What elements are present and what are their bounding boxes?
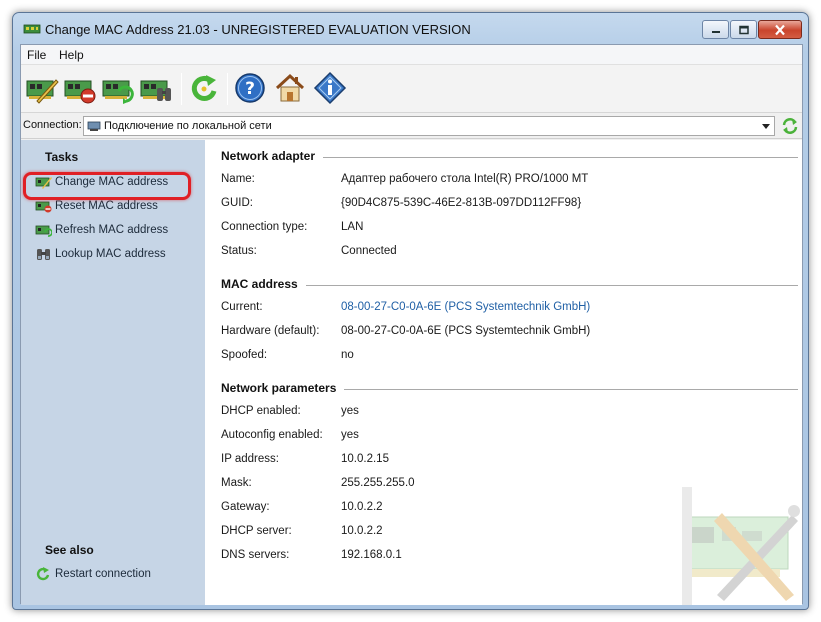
task-label: Restart connection: [55, 568, 151, 580]
task-label: Change MAC address: [55, 176, 169, 188]
prop-dhcp-server-label: DHCP server:: [221, 525, 292, 537]
menu-help[interactable]: Help: [59, 48, 84, 62]
prop-dhcp-server-value: 10.0.2.2: [341, 525, 383, 537]
close-icon: [775, 24, 785, 35]
toolbar-separator: [181, 73, 182, 105]
prop-spoofed-value: no: [341, 349, 354, 361]
prop-dns-servers-label: DNS servers:: [221, 549, 290, 561]
change-mac-icon[interactable]: [25, 71, 59, 105]
prop-autoconfig-value: yes: [341, 429, 359, 441]
task-change-mac-address[interactable]: Change MAC address: [35, 174, 195, 192]
toolbar: ?: [21, 65, 802, 113]
task-restart-connection[interactable]: Restart connection: [35, 566, 195, 584]
prop-status-label: Status:: [221, 245, 257, 257]
app-icon: [23, 24, 41, 34]
section-divider: [221, 285, 798, 286]
minimize-button[interactable]: [702, 20, 729, 39]
prop-connection-type-label: Connection type:: [221, 221, 308, 233]
prop-dhcp-enabled-value: yes: [341, 405, 359, 417]
help-icon[interactable]: ?: [233, 71, 267, 105]
prop-mask-label: Mask:: [221, 477, 252, 489]
network-card-tools-watermark-icon: [682, 487, 800, 605]
task-label: Lookup MAC address: [55, 248, 166, 260]
task-reset-mac-address[interactable]: Reset MAC address: [35, 198, 195, 216]
prop-ip-address-label: IP address:: [221, 453, 279, 465]
task-refresh-mac-address[interactable]: Refresh MAC address: [35, 222, 195, 240]
maximize-icon: [738, 25, 749, 34]
task-lookup-mac-address[interactable]: Lookup MAC address: [35, 246, 195, 264]
refresh-mac-icon[interactable]: [101, 71, 135, 105]
task-label: Refresh MAC address: [55, 224, 169, 236]
prop-hardware-mac-label: Hardware (default):: [221, 325, 320, 337]
prop-guid-label: GUID:: [221, 197, 253, 209]
prop-dns-servers-value: 192.168.0.1: [341, 549, 402, 561]
svg-text:?: ?: [245, 79, 255, 99]
prop-gateway-value: 10.0.2.2: [341, 501, 383, 513]
connection-value: Подключение по локальной сети: [104, 120, 272, 132]
tasks-sidebar: Tasks Change MAC address Reset MAC addre…: [21, 140, 205, 605]
restart-icon: [36, 567, 50, 581]
prop-autoconfig-label: Autoconfig enabled:: [221, 429, 323, 441]
reset-mac-icon: [35, 201, 52, 213]
app-window: Change MAC Address 21.03 - UNREGISTERED …: [12, 12, 809, 610]
reset-mac-icon[interactable]: [63, 71, 97, 105]
refresh-mac-icon: [35, 225, 52, 237]
maximize-button[interactable]: [730, 20, 757, 39]
network-adapter-heading: Network adapter: [221, 149, 324, 163]
prop-spoofed-label: Spoofed:: [221, 349, 268, 361]
prop-ip-address-value: 10.0.2.15: [341, 453, 389, 465]
connection-label: Connection:: [23, 119, 82, 131]
refresh-connections-icon[interactable]: [781, 117, 799, 135]
toolbar-separator: [227, 73, 228, 105]
prop-mask-value: 255.255.255.0: [341, 477, 415, 489]
lookup-mac-icon[interactable]: [139, 71, 173, 105]
prop-current-mac-label: Current:: [221, 301, 263, 313]
info-icon[interactable]: [313, 71, 347, 105]
binoculars-icon: [37, 249, 50, 260]
prop-name-value: Адаптер рабочего стола Intel(R) PRO/1000…: [341, 173, 589, 185]
details-panel: Network adapter Name: Адаптер рабочего с…: [205, 140, 802, 605]
minimize-icon: [711, 30, 720, 33]
restart-connection-icon[interactable]: [187, 71, 221, 105]
see-also-heading: See also: [45, 543, 94, 557]
prop-connection-type-value: LAN: [341, 221, 364, 233]
window-title: Change MAC Address 21.03 - UNREGISTERED …: [45, 22, 471, 37]
menu-bar: File Help: [21, 45, 802, 65]
task-label: Reset MAC address: [55, 200, 158, 212]
current-mac-link[interactable]: 08-00-27-C0-0A-6E (PCS Systemtechnik Gmb…: [341, 301, 590, 313]
title-bar[interactable]: Change MAC Address 21.03 - UNREGISTERED …: [13, 13, 808, 45]
close-button[interactable]: [758, 20, 802, 39]
client-area: File Help ? Connection: Подключение по л…: [20, 44, 803, 605]
tasks-heading: Tasks: [45, 150, 79, 164]
prop-name-label: Name:: [221, 173, 255, 185]
menu-file[interactable]: File: [27, 48, 46, 62]
prop-dhcp-enabled-label: DHCP enabled:: [221, 405, 301, 417]
prop-hardware-mac-value: 08-00-27-C0-0A-6E (PCS Systemtechnik Gmb…: [341, 325, 591, 337]
chevron-down-icon[interactable]: [762, 124, 770, 129]
network-parameters-heading: Network parameters: [221, 381, 345, 395]
connection-bar: Connection: Подключение по локальной сет…: [21, 113, 802, 139]
change-mac-icon: [35, 177, 52, 189]
mac-address-heading: MAC address: [221, 277, 306, 291]
prop-guid-value: {90D4C875-539C-46E2-813B-097DD112FF98}: [341, 197, 582, 209]
connection-select[interactable]: Подключение по локальной сети: [83, 116, 775, 136]
prop-status-value: Connected: [341, 245, 397, 257]
prop-gateway-label: Gateway:: [221, 501, 270, 513]
home-icon[interactable]: [273, 71, 307, 105]
network-connection-icon: [87, 121, 101, 131]
